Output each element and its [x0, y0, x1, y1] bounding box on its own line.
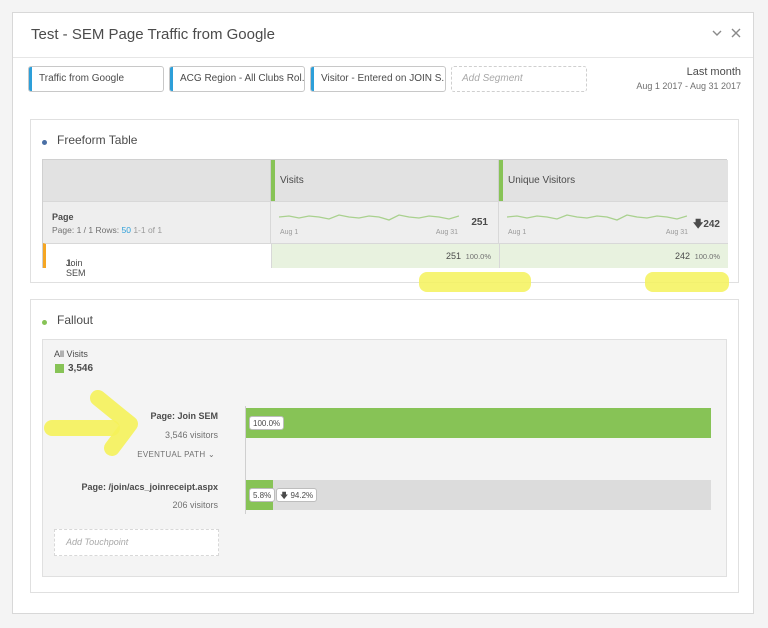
- segment-visitor-entered-join[interactable]: Visitor - Entered on JOIN S...: [310, 66, 446, 92]
- close-icon[interactable]: [730, 25, 742, 43]
- rows-per-page-select[interactable]: 50: [121, 225, 130, 235]
- column-drag-handle[interactable]: [271, 160, 275, 201]
- cell-value: 242: [674, 251, 690, 261]
- dimension-column-header: [43, 160, 271, 201]
- step-name-join-sem[interactable]: Page: Join SEM: [150, 411, 218, 421]
- column-label-unique-visitors: Unique Visitors: [508, 175, 576, 186]
- column-header-visits[interactable]: Visits: [271, 160, 499, 201]
- table-cell-unique-visitors[interactable]: 242 100.0%: [499, 243, 728, 268]
- all-visits-swatch: [55, 364, 64, 373]
- highlighter-mark: [645, 272, 729, 292]
- all-visits-label: All Visits: [54, 349, 88, 359]
- highlighter-mark: [419, 272, 531, 292]
- pagination-info: Page: 1 / 1 Rows: 50 1-1 of 1: [52, 225, 163, 235]
- freeform-table-title[interactable]: Freeform Table: [57, 133, 137, 147]
- add-touchpoint-dropzone[interactable]: Add Touchpoint: [54, 529, 219, 556]
- sparkline-start-label: Aug 1: [280, 229, 299, 236]
- step-percent-badge: 5.8%: [249, 488, 276, 502]
- analysis-panel: Test - SEM Page Traffic from Google Traf…: [12, 12, 754, 614]
- step-percent-badge: 100.0%: [249, 416, 285, 430]
- fallout-bar-join-sem[interactable]: 100.0%: [246, 408, 711, 438]
- freeform-table-visualization: Freeform Table Visits Unique Visitors Pa…: [30, 119, 739, 292]
- column-drag-handle[interactable]: [499, 160, 503, 201]
- unique-visitors-total: 🡇242: [693, 219, 720, 230]
- chevron-down-icon[interactable]: [711, 25, 723, 43]
- viz-status-dot: [42, 320, 47, 325]
- row-range: 1-1 of 1: [133, 225, 163, 235]
- cell-percent: 100.0%: [694, 252, 720, 261]
- step-dropoff-badge: 🡇 94.2%: [276, 488, 318, 502]
- step-name-joinreceipt[interactable]: Page: /join/acs_joinreceipt.aspx: [81, 482, 218, 492]
- cell-value: 251: [445, 251, 461, 261]
- fallout-bar-fill: [246, 408, 711, 438]
- segment-acg-region[interactable]: ACG Region - All Clubs Rol...: [169, 66, 305, 92]
- eventual-path-dropdown[interactable]: EVENTUAL PATH ⌄: [137, 450, 215, 459]
- viz-status-dot: [42, 140, 47, 145]
- table-cell-visits[interactable]: 251 100.0%: [271, 243, 499, 268]
- table-row-dimension[interactable]: 1. Join SEM: [43, 243, 271, 278]
- arrow-down-icon: 🡇: [280, 491, 289, 500]
- sparkline-end-label: Aug 31: [665, 229, 688, 236]
- sparkline-end-label: Aug 31: [435, 229, 458, 236]
- column-header-unique-visitors[interactable]: Unique Visitors: [499, 160, 728, 201]
- all-visits-value: 3,546: [68, 363, 94, 374]
- fallout-title[interactable]: Fallout: [57, 313, 93, 327]
- visits-sparkline: [279, 214, 459, 221]
- step-count-joinreceipt: 206 visitors: [172, 500, 218, 510]
- fallout-bar-joinreceipt[interactable]: 5.8% 🡇 94.2%: [246, 480, 711, 510]
- step-count-join-sem: 3,546 visitors: [164, 430, 218, 440]
- chevron-down-icon: ⌄: [207, 450, 215, 459]
- dimension-header: Page Page: 1 / 1 Rows: 50 1-1 of 1: [43, 201, 271, 243]
- fallout-chart: All Visits 3,546 Page: Join SEM 3,546 vi…: [42, 339, 727, 577]
- arrow-down-icon: 🡇: [693, 219, 704, 230]
- visits-summary: 251 Aug 1 Aug 31: [271, 201, 499, 243]
- unique-visitors-sparkline: [507, 214, 687, 221]
- segment-traffic-from-google[interactable]: Traffic from Google: [28, 66, 164, 92]
- fallout-visualization: Fallout All Visits 3,546 Page: Join SEM …: [30, 299, 739, 593]
- panel-title: Test - SEM Page Traffic from Google: [31, 26, 275, 43]
- row-label: 1. Join SEM: [66, 258, 86, 278]
- cell-percent: 100.0%: [465, 252, 491, 261]
- add-segment-dropzone[interactable]: Add Segment: [451, 66, 587, 92]
- date-range-value[interactable]: Aug 1 2017 - Aug 31 2017: [636, 81, 741, 91]
- panel-header: Test - SEM Page Traffic from Google: [13, 13, 753, 58]
- column-label-visits: Visits: [280, 175, 304, 186]
- sparkline-start-label: Aug 1: [508, 229, 527, 236]
- freeform-table: Visits Unique Visitors Page Page: 1 / 1 …: [42, 159, 728, 278]
- unique-visitors-summary: 🡇242 Aug 1 Aug 31: [499, 201, 728, 243]
- dimension-title[interactable]: Page: [52, 212, 74, 222]
- visits-total: 251: [471, 217, 488, 228]
- date-range-label[interactable]: Last month: [687, 66, 741, 78]
